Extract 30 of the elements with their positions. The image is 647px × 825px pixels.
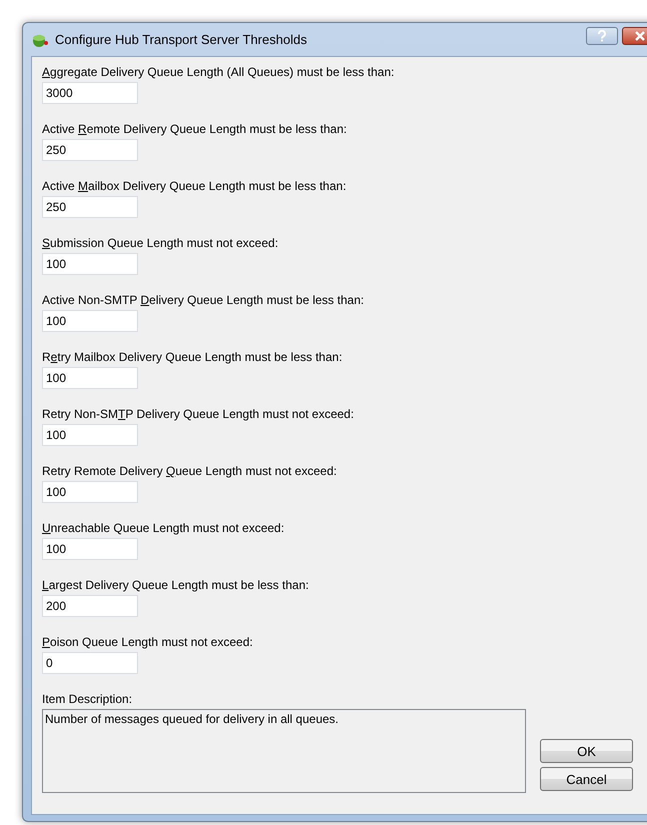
field-label: Largest Delivery Queue Length must be less than: bbox=[42, 578, 310, 592]
close-icon bbox=[634, 31, 646, 41]
input-field[interactable]: 250 bbox=[42, 139, 138, 161]
input-field[interactable]: 0 bbox=[42, 652, 138, 674]
input-field[interactable]: 3000 bbox=[42, 82, 138, 104]
window-title: Configure Hub Transport Server Thresholds bbox=[55, 32, 308, 47]
help-icon bbox=[597, 30, 607, 42]
field-label: Submission Queue Length must not exceed: bbox=[42, 236, 280, 250]
field-label: Active Remote Delivery Queue Length must be less than: bbox=[42, 122, 348, 136]
ok-button[interactable]: OK bbox=[540, 739, 633, 763]
input-field[interactable]: 200 bbox=[42, 595, 138, 617]
input-field[interactable]: 100 bbox=[42, 481, 138, 503]
input-field[interactable]: 100 bbox=[42, 253, 138, 275]
input-field[interactable]: 100 bbox=[42, 367, 138, 389]
field-label: Active Non-SMTP Delivery Queue Length must be less than: bbox=[42, 293, 365, 307]
description-label: Item Description: bbox=[42, 692, 134, 706]
cancel-button[interactable]: Cancel bbox=[540, 767, 633, 791]
field-label: Retry Non-SMTP Delivery Queue Length must not exceed: bbox=[42, 407, 355, 421]
input-field[interactable]: 100 bbox=[42, 310, 138, 332]
description-box: Number of messages queued for delivery in all queues. bbox=[42, 709, 526, 793]
field-label: Aggregate Delivery Queue Length (All Queues) must be less than: bbox=[42, 65, 396, 79]
input-field[interactable]: 100 bbox=[42, 538, 138, 560]
field-label: Active Mailbox Delivery Queue Length must be less than: bbox=[42, 179, 348, 193]
field-label: Retry Remote Delivery Queue Length must not exceed: bbox=[42, 464, 338, 478]
field-label: Poison Queue Length must not exceed: bbox=[42, 635, 254, 649]
field-label: Retry Mailbox Delivery Queue Length must be less than: bbox=[42, 350, 344, 364]
input-field[interactable]: 100 bbox=[42, 424, 138, 446]
field-label: Unreachable Queue Length must not exceed: bbox=[42, 521, 286, 535]
help-button[interactable] bbox=[586, 27, 618, 45]
input-field[interactable]: 250 bbox=[42, 196, 138, 218]
